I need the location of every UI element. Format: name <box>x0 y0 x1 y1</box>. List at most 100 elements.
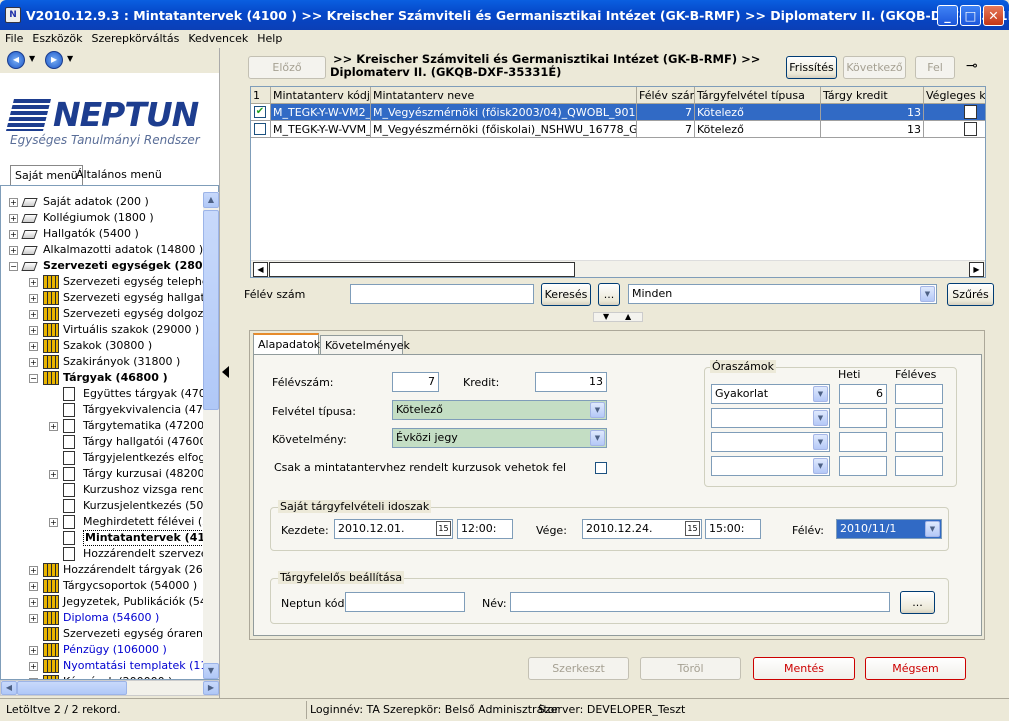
column-header-index[interactable]: 1 <box>251 87 271 104</box>
hours-weekly-input[interactable] <box>839 432 887 452</box>
chevron-down-icon[interactable]: ▼ <box>590 402 605 418</box>
collapse-left-icon[interactable] <box>222 366 229 378</box>
expand-icon[interactable]: + <box>29 598 38 607</box>
collapse-up-icon[interactable]: ▲ <box>625 312 631 321</box>
tree-item[interactable]: + Szervezeti egység hallgatói (2 <box>1 290 218 306</box>
table-row-final[interactable] <box>924 104 985 121</box>
expand-icon[interactable]: + <box>49 422 58 431</box>
calendar-icon[interactable]: 15 <box>436 521 451 536</box>
tree-item[interactable]: + Kollégiumok (1800 ) <box>1 210 211 226</box>
scroll-left-icon[interactable]: ◀ <box>1 681 17 695</box>
hours-weekly-input[interactable] <box>839 456 887 476</box>
chevron-down-icon[interactable]: ▼ <box>813 386 828 402</box>
menu-role-switch[interactable]: Szerepkörváltás <box>86 30 183 45</box>
collapse-icon[interactable]: − <box>9 262 18 271</box>
tab-general-menu[interactable]: Általános menü <box>72 165 166 185</box>
column-header-final-code[interactable]: Végleges kó <box>924 87 985 104</box>
refresh-button[interactable]: Frissítés <box>786 56 837 79</box>
prev-button[interactable]: Előző <box>248 56 326 79</box>
tree-item[interactable]: Tárgyekvivalencia (47100 <box>1 402 218 418</box>
hours-type-select[interactable]: ▼ <box>711 432 830 452</box>
tree-item[interactable]: + Tárgy kurzusai (48200 ) <box>1 466 212 482</box>
column-header-credit[interactable]: Tárgy kredit <box>821 87 924 104</box>
expand-icon[interactable]: + <box>29 294 38 303</box>
tree-item[interactable]: − Tárgyak (46800 ) <box>1 370 211 386</box>
maximize-button[interactable]: □ <box>960 5 981 26</box>
column-header-type[interactable]: Tárgyfelvétel típusa <box>695 87 821 104</box>
hours-type-select[interactable]: Gyakorlat ▼ <box>711 384 830 404</box>
type-select[interactable]: Kötelező ▼ <box>392 400 607 420</box>
tree-horizontal-scrollbar[interactable]: ◀ ▶ <box>0 680 219 696</box>
hours-type-select[interactable]: ▼ <box>711 456 830 476</box>
column-header-code[interactable]: Mintatanterv kódja <box>271 87 371 104</box>
expand-icon[interactable]: + <box>9 230 18 239</box>
neptun-code-input[interactable] <box>345 592 465 612</box>
tree-item[interactable]: Szervezeti egység órarendje ( <box>1 626 218 642</box>
search-options-button[interactable]: ... <box>598 283 620 306</box>
chevron-down-icon[interactable]: ▼ <box>925 521 940 537</box>
forward-icon[interactable]: ▸ <box>45 51 63 69</box>
tree-item[interactable]: + Diploma (54600 ) <box>1 610 211 626</box>
tree-item[interactable]: Együttes tárgyak (47000 <box>1 386 218 402</box>
start-time-input[interactable]: 12:00: <box>457 519 513 539</box>
scroll-thumb[interactable] <box>203 210 219 410</box>
tree-item[interactable]: + Szervezeti egység dolgozói (2 <box>1 306 218 322</box>
expand-icon[interactable]: + <box>49 470 58 479</box>
table-row-code[interactable]: M_TEGK-Y-W-VM2_ <box>271 104 371 121</box>
expand-icon[interactable]: + <box>29 310 38 319</box>
panel-resize-handle[interactable]: ▼ ▲ <box>593 312 643 322</box>
table-row-name[interactable]: M_Vegyészmérnöki (főiskolai)_NSHWU_16778… <box>371 121 637 138</box>
tree-item[interactable]: − Szervezeti egységek (28000 <box>1 258 218 274</box>
tree-item[interactable]: + Szakok (30800 ) <box>1 338 211 354</box>
tree-item[interactable]: + Hallgatók (5400 ) <box>1 226 211 242</box>
expand-icon[interactable]: + <box>29 646 38 655</box>
delete-button[interactable]: Töröl <box>640 657 741 680</box>
minimize-button[interactable]: _ <box>937 5 958 26</box>
up-button[interactable]: Fel <box>915 56 955 79</box>
save-button[interactable]: Mentés <box>753 657 855 680</box>
tree-item[interactable]: + Szervezeti egység telephelyei <box>1 274 218 290</box>
menu-help[interactable]: Help <box>252 30 286 45</box>
chevron-down-icon[interactable]: ▼ <box>813 458 828 474</box>
title-bar[interactable]: N V2010.12.9.3 : Mintatantervek (4100 ) … <box>0 0 1009 30</box>
tree-item[interactable]: Mintatantervek (4100 <box>1 530 218 546</box>
table-row-semester[interactable]: 7 <box>637 121 695 138</box>
tree-item[interactable]: Kurzushoz vizsga rendelé <box>1 482 218 498</box>
expand-icon[interactable]: + <box>29 278 38 287</box>
hours-semester-input[interactable] <box>895 456 943 476</box>
end-date-input[interactable]: 2010.12.24. 15 <box>582 519 702 539</box>
row-checkbox[interactable]: ✔ <box>254 106 266 118</box>
grid-scroll-right-icon[interactable]: ▶ <box>969 262 984 277</box>
table-row-type[interactable]: Kötelező <box>695 104 821 121</box>
tree-item[interactable]: + Virtuális szakok (29000 ) <box>1 322 211 338</box>
tree-item[interactable]: + Meghirdetett félévei (2684 <box>1 514 218 530</box>
close-button[interactable]: ✕ <box>983 5 1004 26</box>
expand-icon[interactable]: + <box>9 214 18 223</box>
end-time-input[interactable]: 15:00: <box>705 519 761 539</box>
hours-semester-input[interactable] <box>895 408 943 428</box>
chevron-down-icon[interactable]: ▼ <box>920 286 935 302</box>
menu-file[interactable]: File <box>0 30 27 45</box>
expand-icon[interactable]: + <box>29 342 38 351</box>
calendar-icon[interactable]: 15 <box>685 521 700 536</box>
tree-vertical-scrollbar[interactable]: ▲ ▼ <box>203 192 219 679</box>
forward-dropdown-icon[interactable]: ▼ <box>67 54 73 63</box>
back-dropdown-icon[interactable]: ▼ <box>29 54 35 63</box>
tree-item[interactable]: + Nyomtatási templatek (113000 <box>1 658 218 674</box>
next-button[interactable]: Következő <box>843 56 906 79</box>
only-courses-checkbox[interactable] <box>595 462 607 474</box>
expand-icon[interactable]: + <box>29 358 38 367</box>
credit-input[interactable]: 13 <box>535 372 607 392</box>
table-row-credit[interactable]: 13 <box>821 121 924 138</box>
period-semester-select[interactable]: 2010/11/1 ▼ <box>836 519 942 539</box>
grid-scroll-thumb[interactable] <box>269 262 575 277</box>
expand-down-icon[interactable]: ▼ <box>603 312 609 321</box>
filter-input[interactable] <box>350 284 534 304</box>
back-icon[interactable]: ◂ <box>7 51 25 69</box>
tree-item[interactable]: Tárgyjelentkezés elfogad <box>1 450 218 466</box>
requirement-select[interactable]: Évközi jegy ▼ <box>392 428 607 448</box>
table-row-credit[interactable]: 13 <box>821 104 924 121</box>
tree-item[interactable]: Hozzárendelt szervezeti e <box>1 546 218 562</box>
chevron-down-icon[interactable]: ▼ <box>813 410 828 426</box>
edit-button[interactable]: Szerkeszt <box>528 657 629 680</box>
